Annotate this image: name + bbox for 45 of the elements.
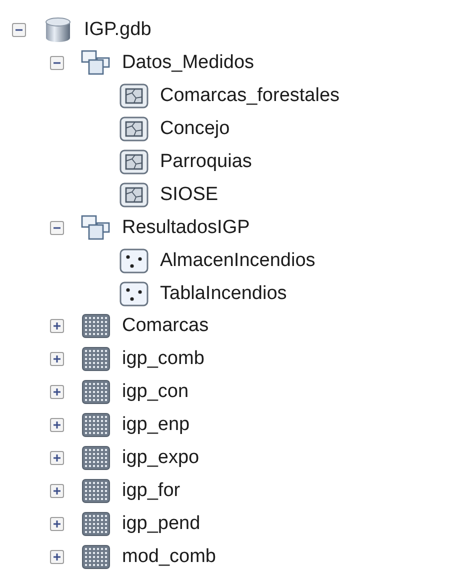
tree-item-label[interactable]: Datos_Medidos <box>120 51 256 76</box>
raster-grid-icon <box>81 478 111 504</box>
tree-item-label[interactable]: IGP.gdb <box>82 18 154 42</box>
tree-item-label[interactable]: igp_expo <box>120 446 202 470</box>
expand-icon[interactable] <box>50 385 64 400</box>
database-icon <box>43 17 73 44</box>
polygon-layer-icon <box>119 182 149 208</box>
stacked-windows-icon <box>81 50 111 76</box>
collapse-icon[interactable] <box>50 220 64 235</box>
collapse-icon[interactable] <box>12 23 26 38</box>
expand-icon[interactable] <box>50 418 64 432</box>
expand-icon[interactable] <box>50 451 64 466</box>
tree-item-label[interactable]: igp_for <box>120 478 182 503</box>
polygon-layer-icon <box>119 116 149 142</box>
collapse-icon[interactable] <box>50 56 64 70</box>
polygon-layer-icon <box>119 149 149 175</box>
raster-grid-icon <box>81 379 111 406</box>
tree-item-label[interactable]: igp_con <box>120 380 191 404</box>
raster-grid-icon <box>81 412 111 438</box>
tree-item-label[interactable]: Concejo <box>158 117 232 142</box>
tree-item-label[interactable]: mod_comb <box>120 544 218 569</box>
tree-item-label[interactable]: TablaIncendios <box>158 282 289 306</box>
tree-item-label[interactable]: igp_pend <box>120 512 202 536</box>
tree-item-label[interactable]: Parroquias <box>158 150 254 174</box>
raster-grid-icon <box>81 313 111 340</box>
expand-icon[interactable] <box>50 516 64 531</box>
raster-grid-icon <box>81 445 111 472</box>
expand-icon[interactable] <box>50 550 64 564</box>
tree-item-label[interactable]: ResultadosIGP <box>120 216 252 240</box>
expand-icon[interactable] <box>50 484 64 498</box>
point-layer-icon <box>119 280 149 307</box>
raster-grid-icon <box>81 346 111 372</box>
tree-item-label[interactable]: igp_enp <box>120 413 192 438</box>
tree-item-label[interactable]: Comarcas_forestales <box>158 84 342 108</box>
tree-item-label[interactable]: SIOSE <box>158 182 220 207</box>
raster-grid-icon <box>81 510 111 537</box>
expand-icon[interactable] <box>50 319 64 334</box>
tree-item-label[interactable]: igp_comb <box>120 347 206 372</box>
raster-grid-icon <box>81 544 111 570</box>
tree-item-label[interactable]: AlmacenIncendios <box>158 248 318 273</box>
point-layer-icon <box>119 248 149 274</box>
stacked-windows-icon <box>81 214 111 241</box>
polygon-layer-icon <box>119 83 149 110</box>
tree-item-label[interactable]: Comarcas <box>120 314 211 338</box>
expand-icon[interactable] <box>50 352 64 366</box>
